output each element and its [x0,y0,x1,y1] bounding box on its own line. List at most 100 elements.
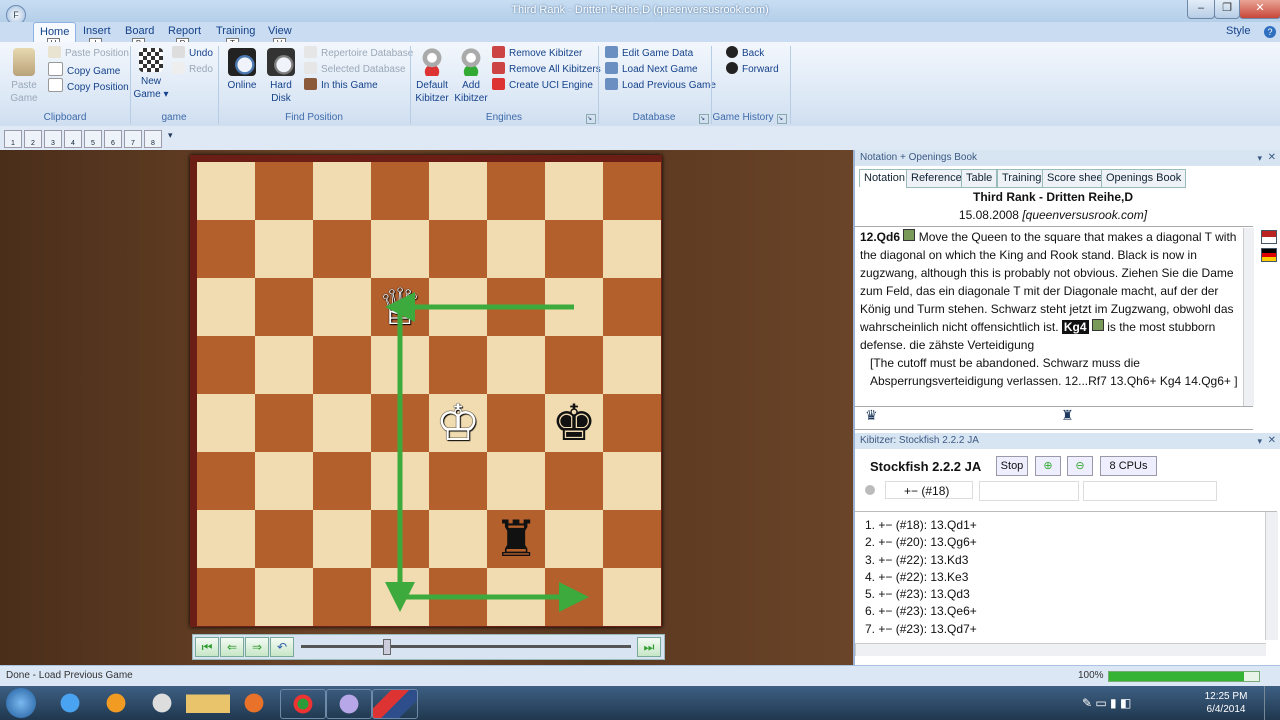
copy-game-button[interactable]: Copy Game [48,62,129,78]
quick-button-5[interactable]: 5 [84,130,102,148]
quick-button-6[interactable]: 6 [104,130,122,148]
cpus-button[interactable]: 8 CPUs [1100,456,1157,476]
chessbase-icon[interactable] [372,689,418,719]
tab-notation[interactable]: Notation [859,169,910,187]
game-icon [304,78,317,90]
engine-line[interactable]: 6. +− (#23): 13.Qe6+ [865,603,1255,620]
tab-view[interactable]: View [268,25,292,37]
default-kibitzer-button[interactable]: Default Kibitzer [414,48,450,105]
kibitzer-scrollbar[interactable] [1265,512,1278,640]
new-game-button[interactable]: New Game ▾ [133,48,169,101]
dialog-launcher-icon[interactable]: ↘ [586,114,596,124]
tray-icons[interactable]: ✎ ▭ ▮ ◧ [1082,696,1131,710]
clock-time: 12:25 PM [1204,691,1248,702]
app-icon[interactable] [326,689,372,719]
quick-button-3[interactable]: 3 [44,130,62,148]
paste-position-button[interactable]: Paste Position [48,46,129,62]
tab-report[interactable]: Report [168,25,201,37]
english-flag-icon[interactable] [1261,230,1277,244]
previous-icon [605,78,618,90]
minimize-button[interactable]: – [1187,0,1215,19]
firefox-icon[interactable] [232,689,276,717]
notation-scrollbar[interactable] [1243,228,1254,406]
in-this-game-button[interactable]: In this Game [304,78,413,94]
current-move[interactable]: Kg4 [1061,320,1089,334]
dialog-launcher-icon[interactable]: ↘ [699,114,709,124]
tab-reference[interactable]: Reference [906,169,967,188]
online-search-button[interactable]: Online [224,48,260,92]
hard-disk-search-button[interactable]: Hard Disk [263,48,299,105]
pane-dropdown-icon[interactable]: ▾ [1257,150,1262,166]
selected-database-button[interactable]: Selected Database [304,62,413,78]
tab-training[interactable]: Training [216,25,255,37]
repertoire-database-button[interactable]: Repertoire Database [304,46,413,62]
last-move-button[interactable]: ⏭ [637,637,661,657]
tab-board[interactable]: Board [125,25,154,37]
tab-table[interactable]: Table [961,169,998,188]
clock[interactable]: 12:25 PM 6/4/2014 [1196,690,1256,716]
tab-training[interactable]: Training [997,169,1047,188]
undo-button[interactable]: Undo [172,46,213,62]
edit-game-data-button[interactable]: Edit Game Data [605,46,716,62]
status-text: Done - Load Previous Game [6,670,133,681]
restore-button[interactable]: ❐ [1214,0,1240,19]
engine-lines[interactable]: 1. +− (#18): 13.Qd1+ 2. +− (#20): 13.Qg6+… [865,517,1255,638]
engine-line[interactable]: 3. +− (#22): 13.Kd3 [865,552,1255,569]
quick-button-2[interactable]: 2 [24,130,42,148]
dialog-launcher-icon[interactable]: ↘ [777,114,787,124]
next-move-button[interactable]: ⇒ [245,637,269,657]
help-icon[interactable]: ? [1264,26,1276,38]
load-previous-game-button[interactable]: Load Previous Game [605,78,716,94]
first-move-button[interactable]: ⏮ [195,637,219,657]
takeback-button[interactable]: ↶ [270,637,294,657]
kibitzer-hscrollbar[interactable] [855,643,1266,656]
remove-kibitzer-button[interactable]: Remove Kibitzer [492,46,601,62]
customize-toolbar-icon[interactable]: ▾ [168,130,173,141]
load-next-game-button[interactable]: Load Next Game [605,62,716,78]
engine-line[interactable]: 2. +− (#20): 13.Qg6+ [865,534,1255,551]
quick-button-7[interactable]: 7 [124,130,142,148]
quick-button-4[interactable]: 4 [64,130,82,148]
tab-insert[interactable]: Insert [83,25,111,37]
previous-move-button[interactable]: ⇐ [220,637,244,657]
game-group-label: game [161,112,187,123]
style-menu[interactable]: Style [1226,25,1250,37]
ie-icon[interactable] [48,689,92,717]
hp-icon[interactable] [140,689,184,717]
notation-text[interactable]: 12.Qd6 Move the Queen to the square that… [860,228,1244,406]
create-uci-engine-button[interactable]: Create UCI Engine [492,78,601,94]
media-player-icon[interactable] [94,689,138,717]
redo-button[interactable]: Redo [172,62,213,78]
zoom-in-icon[interactable]: ⊕ [1035,456,1061,476]
move-slider-thumb[interactable] [383,639,391,655]
engine-line[interactable]: 7. +− (#23): 13.Qd7+ [865,621,1255,638]
add-kibitzer-button[interactable]: Add Kibitzer [453,48,489,105]
zoom-out-icon[interactable]: ⊖ [1067,456,1093,476]
quick-button-1[interactable]: 1 [4,130,22,148]
close-button[interactable]: ✕ [1239,0,1280,19]
paste-game-button[interactable]: Paste Game [6,48,42,105]
next-icon [605,62,618,74]
quick-button-8[interactable]: 8 [144,130,162,148]
start-button[interactable] [6,688,36,718]
engine-line[interactable]: 5. +− (#23): 13.Qd3 [865,586,1255,603]
back-button[interactable]: Back [726,46,779,62]
variation[interactable]: [The cutoff must be abandoned. Schwarz m… [860,354,1244,390]
engine-line[interactable]: 4. +− (#22): 13.Ke3 [865,569,1255,586]
show-desktop-button[interactable] [1264,686,1280,720]
move-slider-track[interactable] [301,645,631,648]
tab-openings-book[interactable]: Openings Book [1101,169,1187,188]
pane-close-icon[interactable]: ✕ [1268,150,1276,166]
uci-icon [492,78,505,90]
stop-engine-button[interactable]: Stop [996,456,1028,476]
engine-line[interactable]: 1. +− (#18): 13.Qd1+ [865,517,1255,534]
pane-dropdown-icon[interactable]: ▾ [1257,433,1262,449]
remove-all-kibitzers-button[interactable]: Remove All Kibitzers [492,62,601,78]
german-flag-icon[interactable] [1261,248,1277,262]
forward-button[interactable]: Forward [726,62,779,78]
explorer-icon[interactable] [186,689,230,717]
move-navigation-bar: ⏮ ⇐ ⇒ ↶ ⏭ [192,634,665,660]
chrome-icon[interactable] [280,689,326,719]
pane-close-icon[interactable]: ✕ [1268,433,1276,449]
copy-position-button[interactable]: Copy Position [48,78,129,94]
